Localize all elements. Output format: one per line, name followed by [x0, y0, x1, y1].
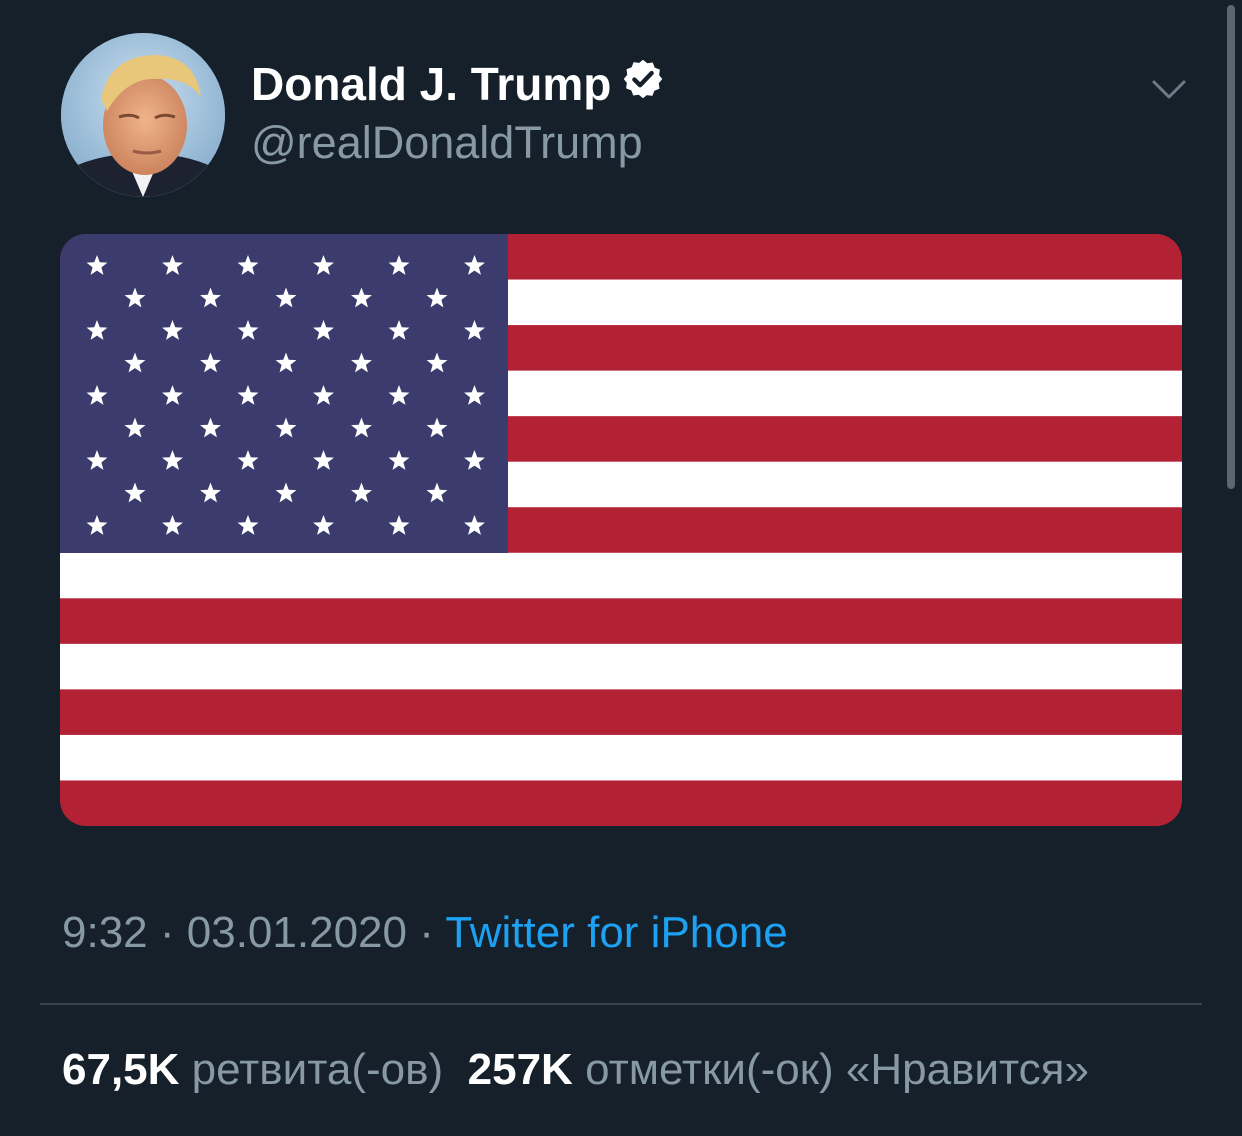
- author-handle[interactable]: @realDonaldTrump: [251, 117, 643, 169]
- tweet-media-image[interactable]: [60, 234, 1182, 826]
- tweet-time: 9:32: [62, 908, 148, 957]
- scrollbar[interactable]: [1227, 5, 1235, 489]
- likes-label: отметки(-ок) «Нравится»: [585, 1045, 1089, 1094]
- tweet-source-link[interactable]: Twitter for iPhone: [445, 908, 787, 957]
- user-avatar-photo: [61, 33, 225, 197]
- retweets-label: ретвита(-ов): [191, 1045, 444, 1094]
- chevron-down-icon[interactable]: [1148, 72, 1190, 108]
- tweet-meta: 9:32 · 03.01.2020 · Twitter for iPhone: [62, 905, 788, 961]
- meta-separator: ·: [159, 908, 175, 957]
- verified-badge-icon: [621, 57, 665, 111]
- avatar[interactable]: [61, 33, 225, 197]
- likes-stat[interactable]: 257K отметки(-ок) «Нравится»: [468, 1045, 1089, 1094]
- tweet-date: 03.01.2020: [186, 908, 407, 957]
- likes-count: 257K: [467, 1045, 573, 1094]
- author-display-name[interactable]: Donald J. Trump: [251, 58, 665, 115]
- retweets-count: 67,5K: [62, 1045, 180, 1094]
- flag-of-united-states: [60, 234, 1182, 826]
- tweet-stats: 67,5K ретвита(-ов) 257K отметки(-ок) «Нр…: [62, 1042, 1089, 1098]
- retweets-stat[interactable]: 67,5K ретвита(-ов): [62, 1045, 443, 1094]
- tweet-detail: Donald J. Trump @realDonaldTrump 9:32 · …: [0, 0, 1242, 1136]
- divider: [40, 1003, 1202, 1005]
- author-name-text: Donald J. Trump: [251, 58, 612, 110]
- meta-separator: ·: [419, 908, 434, 957]
